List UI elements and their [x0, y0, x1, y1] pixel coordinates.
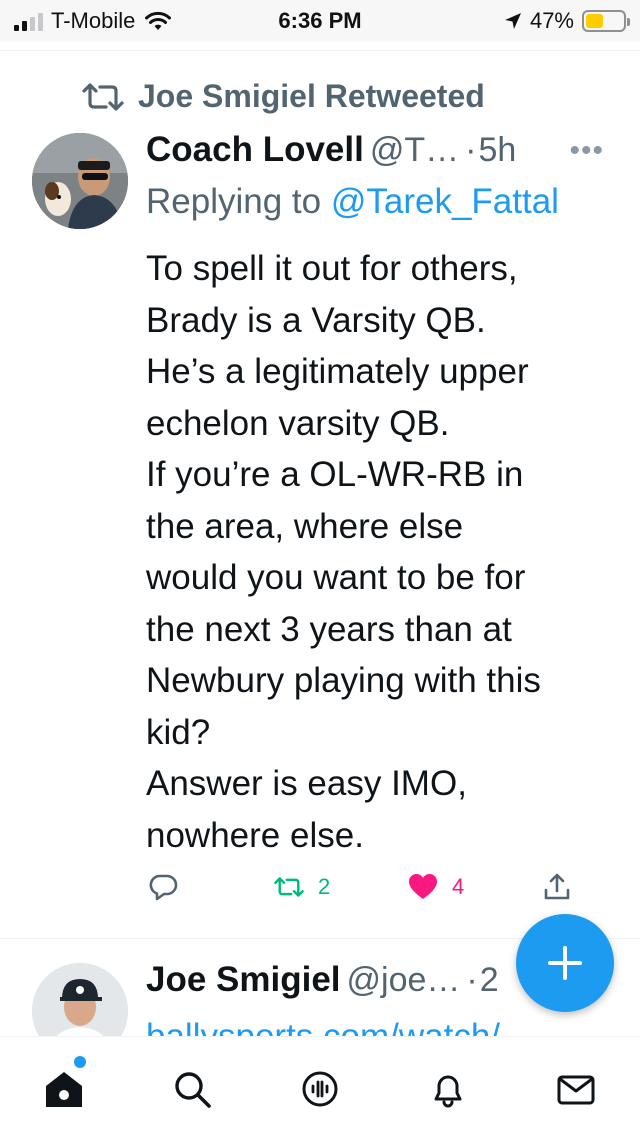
- retweeted-by-label: Joe Smigiel Retweeted: [138, 78, 485, 114]
- like-button[interactable]: 4: [408, 872, 464, 902]
- share-icon: [544, 873, 570, 900]
- battery-icon: [582, 10, 630, 32]
- tweet-line: If you’re a OL-WR-RB in: [146, 455, 524, 494]
- author-handle[interactable]: @joe…: [347, 961, 461, 999]
- author-name[interactable]: Joe Smigiel: [146, 960, 341, 999]
- bell-icon: [434, 1075, 462, 1108]
- avatar-image: [32, 133, 128, 229]
- tweet-line: the next 3 years than at: [146, 609, 512, 649]
- tweet-text: To spell it out for others, Brady is a V…: [146, 243, 616, 861]
- tweet-line: Brady is a Varsity QB.: [146, 300, 486, 340]
- nav-notifications[interactable]: [426, 1067, 470, 1111]
- nav-home[interactable]: [42, 1067, 86, 1111]
- next-tweet-header: Joe Smigiel @joe… ·2: [146, 960, 546, 1000]
- search-icon: [175, 1072, 211, 1108]
- spaces-icon: [302, 1071, 338, 1107]
- tweet-line: He’s a legitimately upper: [146, 352, 529, 391]
- status-left: T-Mobile: [14, 8, 172, 34]
- battery-fill: [586, 14, 603, 28]
- bottom-nav: [0, 1036, 640, 1136]
- tweet-line: kid?: [146, 712, 211, 752]
- wifi-icon: [145, 11, 172, 30]
- author-name[interactable]: Coach Lovell: [146, 130, 364, 169]
- more-dots-icon[interactable]: •••: [569, 134, 604, 168]
- compose-tweet-button[interactable]: [516, 914, 614, 1012]
- carrier-label: T-Mobile: [51, 8, 136, 33]
- share-button[interactable]: [542, 872, 572, 902]
- reply-to-handle-link[interactable]: @Tarek_Fattal: [331, 182, 559, 221]
- tweet-line: To spell it out for others,: [146, 249, 518, 288]
- plus-icon: [548, 946, 582, 980]
- tweet-line: would you want to be for: [146, 558, 526, 597]
- avatar[interactable]: [32, 133, 128, 229]
- home-icon: [46, 1072, 82, 1107]
- author-handle[interactable]: @T…: [370, 131, 459, 169]
- tweet-line: nowhere else.: [146, 815, 364, 855]
- tweet-line: Newbury playing with this: [146, 661, 541, 700]
- signal-icon: [14, 11, 43, 31]
- meta-separator: ·: [465, 131, 477, 169]
- tweet-time[interactable]: 2: [480, 961, 499, 999]
- new-content-indicator: [74, 1056, 86, 1068]
- retweet-header[interactable]: Joe Smigiel Retweeted: [82, 78, 485, 115]
- status-bar: T-Mobile 6:36 PM 47%: [0, 0, 640, 42]
- retweet-count: 2: [318, 874, 331, 899]
- retweet-icon: [274, 877, 304, 897]
- heart-icon: [409, 874, 437, 899]
- nav-spaces[interactable]: [298, 1067, 342, 1111]
- tweet-line: Answer is easy IMO,: [146, 764, 467, 803]
- tweet-line: the area, where else: [146, 506, 464, 546]
- tweet-time[interactable]: 5h: [478, 131, 516, 169]
- replying-to-label: Replying to: [146, 182, 322, 221]
- tweet-link[interactable]: ballysports.com/watch/: [146, 1012, 586, 1036]
- retweet-button[interactable]: 2: [274, 872, 330, 902]
- reply-icon: [149, 874, 178, 901]
- tweet-header: Coach Lovell @T… ·5h •••: [146, 130, 616, 174]
- tweet-line: echelon varsity QB.: [146, 403, 450, 443]
- like-count: 4: [452, 874, 465, 899]
- location-arrow-icon: [504, 13, 521, 29]
- status-right: 47%: [504, 8, 630, 34]
- battery-percent: 47%: [529, 8, 574, 33]
- replying-to: Replying to @Tarek_Fattal: [146, 182, 559, 222]
- reply-button[interactable]: [148, 872, 192, 902]
- nav-messages[interactable]: [554, 1067, 598, 1111]
- meta-separator: ·: [466, 961, 478, 999]
- tweet-actions: 2 4: [146, 872, 586, 916]
- retweet-icon: [82, 82, 124, 111]
- nav-search[interactable]: [170, 1067, 214, 1111]
- header-divider: [0, 50, 640, 51]
- envelope-icon: [557, 1075, 595, 1105]
